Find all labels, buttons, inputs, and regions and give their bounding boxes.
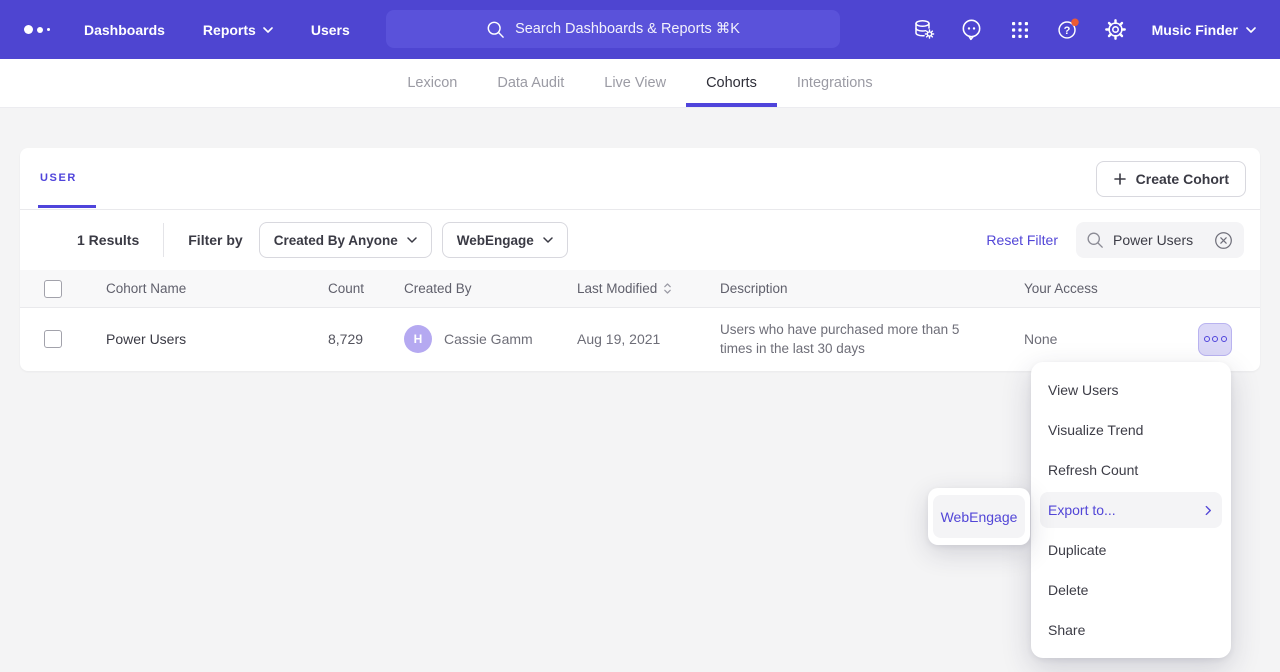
help-icon[interactable]: ? xyxy=(1056,18,1080,42)
row-checkbox[interactable] xyxy=(44,330,62,348)
your-access-cell: None xyxy=(1024,331,1198,347)
search-icon xyxy=(1086,231,1104,249)
menu-item-delete[interactable]: Delete xyxy=(1031,570,1231,610)
svg-text:?: ? xyxy=(1063,25,1070,37)
menu-item-refresh-count[interactable]: Refresh Count xyxy=(1031,450,1231,490)
cohort-search-box xyxy=(1076,222,1244,258)
header-last-modified[interactable]: Last Modified xyxy=(577,281,720,296)
header-count: Count xyxy=(306,281,404,296)
project-switcher[interactable]: Music Finder xyxy=(1152,22,1256,38)
menu-item-view-users[interactable]: View Users xyxy=(1031,370,1231,410)
chevron-down-icon xyxy=(263,27,273,33)
more-options-button[interactable] xyxy=(1198,323,1232,356)
select-all-checkbox[interactable] xyxy=(44,280,62,298)
top-nav: Dashboards Reports Users Search Dashboar… xyxy=(0,0,1280,59)
created-by-dropdown-value: Created By Anyone xyxy=(274,233,398,248)
top-nav-right: ? Music Finder xyxy=(912,0,1256,59)
create-cohort-button[interactable]: Create Cohort xyxy=(1096,161,1246,197)
source-dropdown[interactable]: WebEngage xyxy=(442,222,568,258)
results-count: 1 Results xyxy=(77,232,139,248)
chevron-right-icon xyxy=(1205,505,1212,516)
header-your-access: Your Access xyxy=(1024,281,1198,296)
filter-row: 1 Results Filter by Created By Anyone We… xyxy=(20,210,1260,270)
nav-item-users[interactable]: Users xyxy=(311,22,350,38)
created-by-dropdown[interactable]: Created By Anyone xyxy=(259,222,432,258)
chevron-down-icon xyxy=(407,237,417,243)
card-header: USER Create Cohort xyxy=(20,148,1260,210)
tab-data-audit[interactable]: Data Audit xyxy=(477,59,584,107)
search-icon xyxy=(486,20,505,39)
submenu-item-webengage[interactable]: WebEngage xyxy=(933,495,1025,538)
plus-icon xyxy=(1113,172,1127,186)
chevron-down-icon xyxy=(543,237,553,243)
cohorts-card: USER Create Cohort 1 Results Filter by C… xyxy=(20,148,1260,371)
description-cell: Users who have purchased more than 5 tim… xyxy=(720,320,965,358)
divider xyxy=(163,223,164,257)
data-settings-icon[interactable] xyxy=(912,18,936,42)
settings-gear-icon[interactable] xyxy=(1104,18,1128,42)
nav-item-dashboards[interactable]: Dashboards xyxy=(84,22,165,38)
header-cohort-name: Cohort Name xyxy=(106,281,306,296)
notification-badge xyxy=(1071,19,1078,26)
menu-item-export-to-label: Export to... xyxy=(1048,502,1116,518)
sort-icon xyxy=(663,282,672,295)
header-last-modified-label: Last Modified xyxy=(577,281,657,296)
filter-by-label: Filter by xyxy=(188,232,242,248)
row-context-menu: View Users Visualize Trend Refresh Count… xyxy=(1031,362,1231,658)
source-dropdown-value: WebEngage xyxy=(457,233,534,248)
nav-item-reports[interactable]: Reports xyxy=(203,22,273,38)
primary-nav: Dashboards Reports Users xyxy=(84,22,350,38)
global-search-input[interactable]: Search Dashboards & Reports ⌘K xyxy=(386,10,840,48)
reset-filter-link[interactable]: Reset Filter xyxy=(986,232,1058,248)
creator-name: Cassie Gamm xyxy=(444,331,533,347)
created-by-cell: H Cassie Gamm xyxy=(404,325,577,353)
nav-item-reports-label: Reports xyxy=(203,22,256,38)
menu-item-share[interactable]: Share xyxy=(1031,610,1231,650)
clear-search-icon[interactable] xyxy=(1214,231,1233,250)
tab-cohorts[interactable]: Cohorts xyxy=(686,59,777,107)
tab-user[interactable]: USER xyxy=(40,172,77,184)
apps-grid-icon[interactable] xyxy=(1008,18,1032,42)
tab-integrations[interactable]: Integrations xyxy=(777,59,893,107)
header-description: Description xyxy=(720,281,1024,296)
header-created-by: Created By xyxy=(404,281,577,296)
create-cohort-label: Create Cohort xyxy=(1136,171,1229,187)
mixpanel-logo-icon[interactable] xyxy=(24,25,50,34)
table-header: Cohort Name Count Created By Last Modifi… xyxy=(20,270,1260,308)
cohort-name[interactable]: Power Users xyxy=(106,331,306,347)
tab-live-view[interactable]: Live View xyxy=(584,59,686,107)
cohort-search-input[interactable] xyxy=(1113,232,1205,248)
global-search-placeholder: Search Dashboards & Reports ⌘K xyxy=(515,21,740,37)
chevron-down-icon xyxy=(1246,27,1256,33)
project-name: Music Finder xyxy=(1152,22,1238,38)
menu-item-visualize-trend[interactable]: Visualize Trend xyxy=(1031,410,1231,450)
last-modified-cell: Aug 19, 2021 xyxy=(577,331,720,347)
feedback-icon[interactable] xyxy=(960,18,984,42)
cohort-count: 8,729 xyxy=(306,331,404,347)
menu-item-duplicate[interactable]: Duplicate xyxy=(1031,530,1231,570)
avatar: H xyxy=(404,325,432,353)
section-tabs: Lexicon Data Audit Live View Cohorts Int… xyxy=(0,59,1280,108)
tab-lexicon[interactable]: Lexicon xyxy=(387,59,477,107)
menu-item-export-to[interactable]: Export to... xyxy=(1040,492,1222,528)
table-row: Power Users 8,729 H Cassie Gamm Aug 19, … xyxy=(20,308,1260,370)
export-submenu: WebEngage xyxy=(928,488,1030,545)
